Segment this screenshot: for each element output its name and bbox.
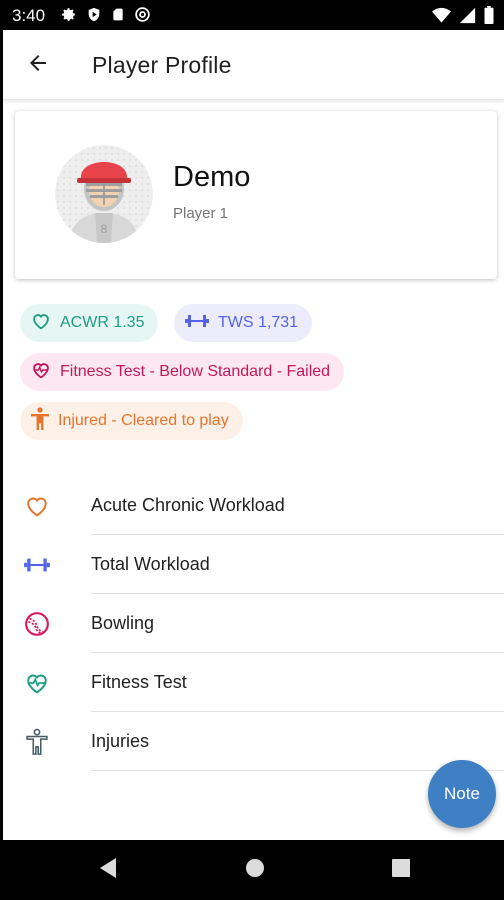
tws-chip[interactable]: TWS 1,731: [174, 304, 313, 342]
app-screen: Player Profile 8 Demo Player 1 ACWR 1.35…: [3, 30, 504, 840]
menu-item-label: Total Workload: [91, 554, 210, 574]
fitness-test-chip[interactable]: Fitness Test - Below Standard - Failed: [20, 353, 345, 391]
nav-back-icon[interactable]: [98, 857, 118, 884]
nav-home-icon[interactable]: [245, 857, 265, 884]
shield-play-icon: [86, 6, 102, 28]
person-icon: [30, 406, 50, 436]
player-avatar: 8: [55, 145, 153, 243]
menu-item-label: Injuries: [91, 731, 150, 751]
fitness-test-chip-label: Fitness Test - Below Standard - Failed: [60, 363, 331, 380]
wifi-icon: [432, 7, 451, 29]
heart-outline-icon: [30, 310, 52, 337]
page-title: Player Profile: [92, 52, 232, 78]
app-bar: Player Profile: [3, 30, 504, 100]
menu-item-label: Fitness Test: [91, 672, 187, 692]
menu-item-fitness-test[interactable]: Fitness Test: [3, 653, 504, 712]
arrow-back-icon: [26, 51, 50, 80]
profile-menu: Acute Chronic Workload Total Workload Bo…: [3, 476, 504, 771]
battery-icon: [484, 6, 494, 29]
injury-chip-label: Injured - Cleared to play: [58, 412, 229, 429]
system-nav-bar: [0, 840, 504, 900]
player-name: Demo: [173, 161, 251, 193]
nav-recents-icon[interactable]: [391, 857, 411, 884]
player-subtitle: Player 1: [173, 205, 229, 222]
acwr-chip[interactable]: ACWR 1.35: [20, 304, 159, 342]
at-sign-icon: [134, 6, 151, 28]
menu-item-label: Acute Chronic Workload: [91, 495, 285, 515]
heart-pulse-icon: [23, 669, 51, 697]
svg-text:8: 8: [101, 222, 108, 236]
dumbbell-icon: [184, 311, 210, 336]
heart-outline-icon: [23, 492, 51, 520]
profile-card: 8 Demo Player 1: [15, 111, 497, 279]
person-icon: [23, 728, 51, 756]
menu-item-bowling[interactable]: Bowling: [3, 594, 504, 653]
dumbbell-icon: [23, 551, 51, 579]
settings-icon: [60, 6, 77, 28]
injury-chip[interactable]: Injured - Cleared to play: [20, 402, 243, 440]
menu-item-label: Bowling: [91, 613, 155, 633]
tws-chip-label: TWS 1,731: [218, 314, 299, 331]
ball-icon: [23, 610, 51, 638]
sd-card-icon: [111, 6, 125, 28]
menu-item-acute-chronic-workload[interactable]: Acute Chronic Workload: [3, 476, 504, 535]
note-button[interactable]: Note: [428, 760, 496, 828]
menu-item-total-workload[interactable]: Total Workload: [3, 535, 504, 594]
back-button[interactable]: [21, 48, 55, 82]
acwr-chip-label: ACWR 1.35: [60, 314, 145, 331]
signal-icon: [459, 7, 476, 29]
menu-item-injuries[interactable]: Injuries: [3, 712, 504, 771]
status-time: 3:40: [12, 6, 46, 25]
status-bar: 3:40: [0, 0, 504, 30]
heart-pulse-icon: [30, 359, 52, 386]
